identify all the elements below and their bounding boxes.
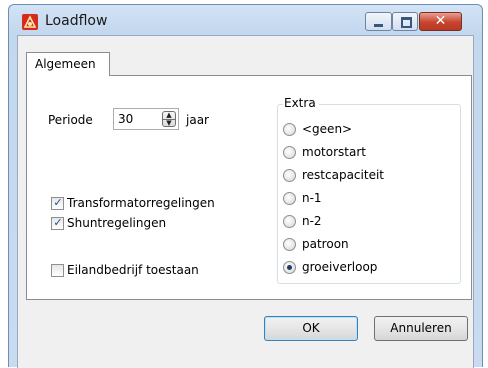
checkbox-shuntregelingen[interactable]: ✓ <box>51 216 64 230</box>
cancel-button[interactable]: Annuleren <box>374 316 468 341</box>
title-bar[interactable]: Loadflow ✕ <box>9 5 482 35</box>
checkbox-eilandbedrijf[interactable] <box>51 264 64 277</box>
radio-restcapaciteit-label[interactable]: restcapaciteit <box>302 168 384 182</box>
radio-patroon[interactable] <box>283 238 296 251</box>
extra-group-title: Extra <box>283 96 319 110</box>
checkbox-eilandbedrijf-label[interactable]: Eilandbedrijf toestaan <box>67 263 199 277</box>
tab-algemeen[interactable]: Algemeen <box>26 52 110 76</box>
maximize-button[interactable] <box>392 12 418 31</box>
periode-spinner[interactable]: 30 ▲ ▼ <box>113 108 179 130</box>
close-button[interactable]: ✕ <box>419 12 462 31</box>
radio-groeiverloop-label[interactable]: groeiverloop <box>302 260 377 274</box>
periode-spin-buttons[interactable]: ▲ ▼ <box>162 111 176 127</box>
radio-restcapaciteit[interactable] <box>283 169 296 182</box>
radio-motorstart-label[interactable]: motorstart <box>302 145 366 159</box>
radio-geen-label[interactable]: <geen> <box>302 122 352 136</box>
spin-down-icon[interactable]: ▼ <box>163 119 175 127</box>
minimize-button[interactable] <box>365 12 392 31</box>
checkbox-transformatorregelingen-label[interactable]: Transformatorregelingen <box>67 196 215 210</box>
spin-up-icon[interactable]: ▲ <box>163 112 175 119</box>
checkbox-shuntregelingen-label[interactable]: Shuntregelingen <box>67 216 166 230</box>
radio-n-1-label[interactable]: n-1 <box>302 191 322 205</box>
radio-geen[interactable] <box>283 123 296 136</box>
radio-groeiverloop[interactable] <box>283 261 296 274</box>
radio-n-2[interactable] <box>283 215 296 228</box>
checkmark-icon: ✓ <box>53 196 63 209</box>
minimize-icon <box>374 24 383 27</box>
radio-n-1[interactable] <box>283 192 296 205</box>
window-title: Loadflow <box>45 13 108 29</box>
loadflow-app-icon <box>22 14 38 30</box>
periode-value[interactable]: 30 <box>118 112 133 126</box>
periode-unit: jaar <box>186 113 209 127</box>
ok-button[interactable]: OK <box>264 316 358 341</box>
tab-algemeen-label: Algemeen <box>35 57 96 71</box>
radio-motorstart[interactable] <box>283 146 296 159</box>
radio-patroon-label[interactable]: patroon <box>302 237 349 251</box>
close-icon: ✕ <box>434 13 447 29</box>
checkmark-icon: ✓ <box>53 216 63 229</box>
checkbox-transformatorregelingen[interactable]: ✓ <box>51 196 64 210</box>
radio-n-2-label[interactable]: n-2 <box>302 214 322 228</box>
periode-label: Periode <box>48 113 93 127</box>
radio-selected-dot <box>287 265 292 270</box>
maximize-icon <box>401 17 412 28</box>
